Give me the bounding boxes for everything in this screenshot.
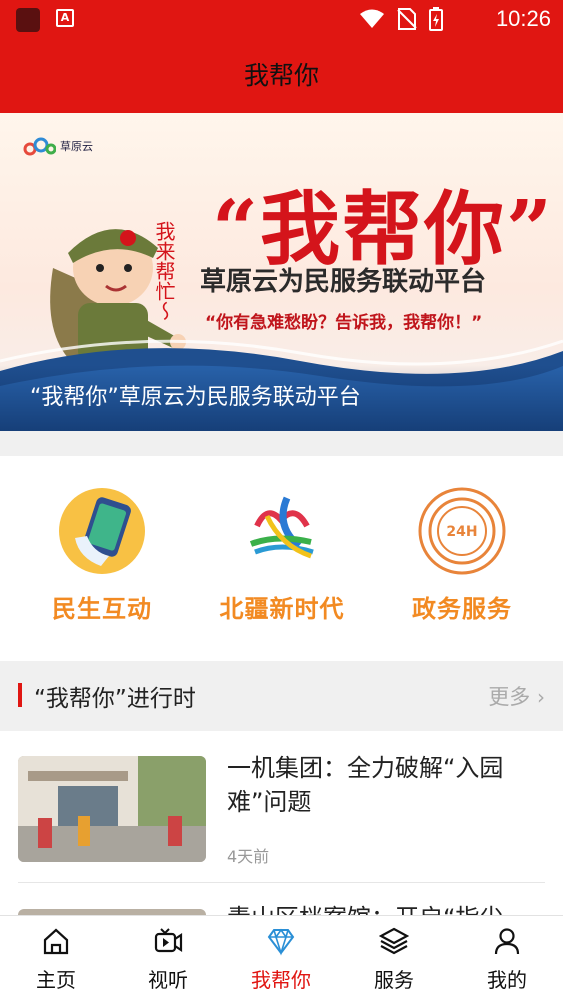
app-notification-icon (16, 8, 40, 32)
quick-link-beijiang[interactable]: 北疆新时代 (188, 456, 376, 661)
wifi-icon (360, 9, 384, 28)
news-time: 4天前 (227, 847, 270, 866)
home-icon (43, 928, 69, 955)
logo-text: 草原云 (60, 140, 93, 153)
quick-link-zhengwu[interactable]: 24H 政务服务 (368, 456, 556, 661)
banner-caption: “我帮你”草原云为民服务联动平台 (0, 365, 563, 431)
list-item[interactable]: 青山区档案馆：开启“指尖 (18, 891, 545, 915)
battery-icon (429, 7, 443, 31)
banner-subtitle: 草原云为民服务联动平台 (200, 267, 487, 297)
section-divider (0, 431, 563, 456)
more-label: 更多 (488, 685, 531, 709)
news-title: 青山区档案馆：开启“指尖 (227, 901, 537, 915)
tab-label: 视听 (148, 968, 188, 992)
quick-link-label: 北疆新时代 (219, 595, 345, 623)
chevron-right-icon: › (537, 685, 545, 709)
list-item[interactable]: 一机集团：全力破解“入园难”问题 4天前 (18, 731, 545, 881)
tab-label: 我的 (487, 968, 527, 992)
quick-link-label: 民生互动 (52, 595, 152, 623)
page-title: 我帮你 (0, 38, 563, 113)
tab-mine[interactable]: 我的 (451, 916, 563, 1002)
news-title: 一机集团：全力破解“入园难”问题 (227, 754, 504, 816)
tab-help[interactable]: 我帮你 (225, 916, 337, 1002)
no-sim-icon (397, 8, 417, 30)
tab-label: 我帮你 (251, 968, 311, 992)
banner-handwriting: 我来帮忙～ (152, 221, 176, 321)
24h-service-icon: 24H (418, 487, 506, 575)
layers-icon (379, 927, 409, 955)
caoyuanyun-logo: 草原云 (22, 135, 93, 157)
logo-icon (23, 137, 56, 156)
quick-link-label: 政务服务 (412, 595, 512, 623)
section-accent-bar (18, 683, 22, 707)
news-thumbnail (18, 756, 206, 862)
bottom-tab-bar: 主页 视听 我帮你 服务 我的 (0, 915, 563, 1002)
diamond-icon (267, 928, 295, 956)
status-icons (359, 7, 443, 31)
tab-home[interactable]: 主页 (0, 916, 112, 1002)
tab-label: 服务 (374, 968, 414, 992)
clock: 10:26 (495, 6, 551, 31)
tab-label: 主页 (36, 968, 76, 992)
quick-links: 民生互动 北疆新时代 24H 政务服务 (0, 456, 563, 661)
beijiang-logo-icon (249, 496, 314, 559)
tab-video[interactable]: 视听 (112, 916, 224, 1002)
notification-a-icon: A (56, 9, 74, 27)
quick-link-minsheng[interactable]: 民生互动 (8, 456, 196, 661)
banner-carousel[interactable]: 草原云 我来帮忙～ “我帮你” 草原云为民服务联动平台 “你有急难愁盼？告诉我，… (0, 113, 563, 431)
video-icon (154, 928, 183, 953)
banner-quote: “你有急难愁盼？告诉我，我帮你！” (205, 313, 483, 333)
phone-hand-icon (59, 488, 145, 574)
section-header: “我帮你”进行时 更多 › (0, 661, 563, 731)
divider (18, 882, 545, 883)
section-title: “我帮你”进行时 (34, 686, 196, 712)
svg-text:24H: 24H (446, 524, 477, 540)
more-link[interactable]: 更多 › (488, 681, 545, 711)
status-bar: A 10:26 (0, 0, 563, 38)
person-icon (494, 928, 520, 955)
tab-services[interactable]: 服务 (338, 916, 450, 1002)
news-list: 一机集团：全力破解“入园难”问题 4天前 青山区档案馆：开启“指尖 (0, 731, 563, 915)
